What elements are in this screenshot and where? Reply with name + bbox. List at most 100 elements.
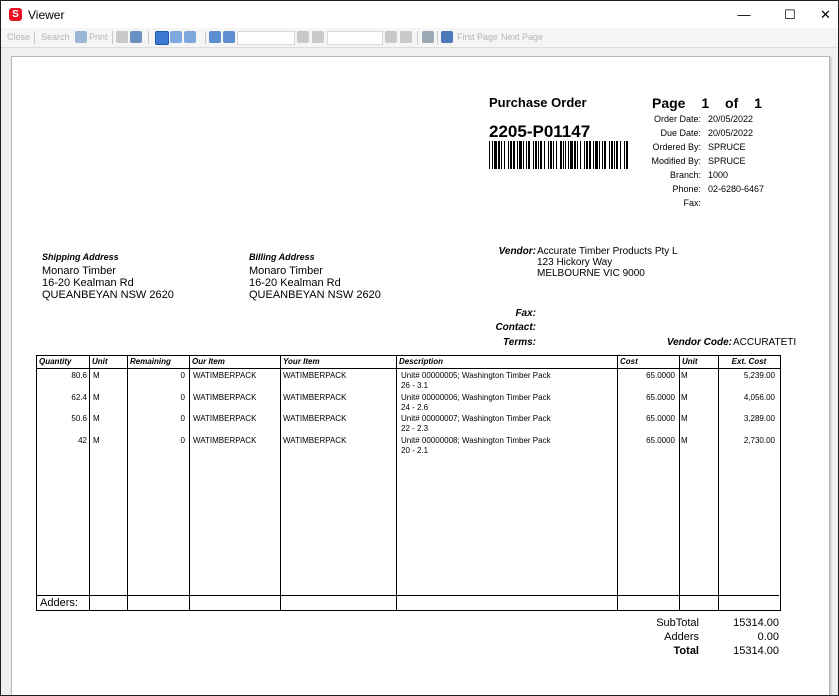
last-page-icon[interactable] <box>400 31 412 43</box>
order-lines-table: Quantity Unit Remaining Our Item Your It… <box>36 355 781 611</box>
barcode-bar <box>589 141 591 169</box>
maximize-button[interactable]: ☐ <box>767 1 813 28</box>
page-layout-icon[interactable] <box>184 31 196 43</box>
phone-value: 02-6280-6467 <box>708 184 765 194</box>
barcode-bar <box>508 141 509 169</box>
shipping-line-2: 16-20 Kealman Rd <box>42 277 134 289</box>
report-viewer-area[interactable]: Purchase Order 2205-P01147 Page 1 of 1 O… <box>2 49 837 695</box>
barcode-bar <box>577 141 578 169</box>
barcode-bar <box>580 141 581 169</box>
printer-icon <box>75 31 87 43</box>
previous-page-icon[interactable] <box>312 31 324 43</box>
barcode-bar <box>595 141 598 169</box>
first-page-icon[interactable] <box>297 31 309 43</box>
order-date-label: Order Date: <box>653 114 701 124</box>
vendor-code-value: ACCURATETI <box>733 337 797 348</box>
vendor-line-1: Accurate Timber Products Pty L <box>537 246 678 257</box>
barcode-bar <box>535 141 537 169</box>
cell-unit: M <box>93 435 100 445</box>
cell-cost: 65.0000 <box>646 392 675 402</box>
toolbar-separator <box>148 31 149 44</box>
column-divider <box>189 356 190 610</box>
toolbar-print-button[interactable]: Print <box>89 30 108 44</box>
barcode-bar <box>568 141 569 169</box>
barcode-bar <box>517 141 518 169</box>
cell-unit: M <box>93 392 100 402</box>
branch-value: 1000 <box>708 170 729 180</box>
refresh-icon[interactable] <box>422 31 434 43</box>
cell-unit: M <box>93 371 100 380</box>
document-heading: Purchase Order <box>489 95 587 110</box>
cell-ext-cost: 4,056.00 <box>743 392 775 402</box>
toolbar-search-button[interactable]: Search <box>41 30 70 44</box>
copy-icon[interactable] <box>116 31 128 43</box>
cell-your-item: WATIMBERPACK <box>283 435 347 445</box>
cell-description-detail: 20 - 2.1 <box>401 445 429 455</box>
close-window-button[interactable]: ✕ <box>813 1 838 28</box>
col-header-your-item: Your Item <box>283 357 320 366</box>
binoculars-icon[interactable] <box>130 31 142 43</box>
next-page-icon[interactable] <box>385 31 397 43</box>
column-divider <box>718 356 719 610</box>
minimize-button[interactable]: — <box>721 1 767 28</box>
cell-unit-2: M <box>681 414 688 423</box>
barcode-bar <box>492 141 493 169</box>
toolbar-next-page-button[interactable]: Next Page <box>501 30 543 44</box>
barcode-bar <box>528 141 530 169</box>
modified-by-value: SPRUCE <box>708 156 746 166</box>
col-header-quantity: Quantity <box>39 357 72 366</box>
column-divider <box>89 356 90 610</box>
export-icon[interactable] <box>441 31 453 43</box>
cell-unit-2: M <box>681 371 688 380</box>
billing-line-3: QUEANBEYAN NSW 2620 <box>249 289 381 301</box>
cell-quantity: 50.6 <box>71 414 87 423</box>
vendor-contact-label: Contact: <box>495 322 536 333</box>
barcode-bar <box>533 141 534 169</box>
toolbar-separator <box>417 31 418 44</box>
cell-cost: 65.0000 <box>646 371 675 380</box>
column-divider <box>396 356 397 610</box>
col-header-our-item: Our Item <box>192 357 225 366</box>
cell-your-item: WATIMBERPACK <box>283 371 347 380</box>
ordered-by-value: SPRUCE <box>708 142 746 152</box>
vendor-label: Vendor: <box>498 246 536 257</box>
page-number-input[interactable] <box>327 31 383 45</box>
column-divider <box>617 356 618 610</box>
toolbar-close-button[interactable]: Close <box>7 30 30 44</box>
modified-by-label: Modified By: <box>651 156 701 166</box>
cell-remaining: 0 <box>180 435 185 445</box>
toolbar-first-page-button[interactable]: First Page <box>457 30 498 44</box>
barcode-bar <box>526 141 527 169</box>
header-divider <box>37 368 780 369</box>
column-divider <box>280 356 281 610</box>
toolbar: Close Search Print First Page Next Page <box>1 28 838 48</box>
fax-label: Fax: <box>683 198 701 208</box>
order-date-value: 20/05/2022 <box>708 114 754 124</box>
single-page-icon[interactable] <box>155 31 169 45</box>
cell-description-detail: 22 - 2.3 <box>401 424 429 433</box>
cell-remaining: 0 <box>180 414 185 423</box>
column-divider <box>679 356 680 610</box>
window-title: Viewer <box>28 8 65 22</box>
col-header-unit-2: Unit <box>682 357 698 366</box>
adders-row: Adders: <box>36 595 779 610</box>
toolbar-separator <box>437 31 438 44</box>
barcode-bar <box>584 141 585 169</box>
barcode-bar <box>563 141 564 169</box>
zoom-input[interactable] <box>237 31 295 45</box>
billing-line-1: Monaro Timber <box>249 265 323 277</box>
shipping-address-title: Shipping Address <box>42 252 119 262</box>
barcode-bar <box>544 141 545 169</box>
cell-our-item: WATIMBERPACK <box>193 414 257 423</box>
cell-our-item: WATIMBERPACK <box>193 392 257 402</box>
total-label: Total <box>673 645 699 657</box>
branch-label: Branch: <box>669 170 701 180</box>
barcode-bar <box>570 141 573 169</box>
vendor-code-label: Vendor Code: <box>666 337 732 348</box>
barcode-bar <box>523 141 524 169</box>
zoom-out-icon[interactable] <box>209 31 221 43</box>
barcode-bar <box>519 141 522 169</box>
multi-page-icon[interactable] <box>170 31 182 43</box>
zoom-in-icon[interactable] <box>223 31 235 43</box>
vendor-fax-label: Fax: <box>515 308 536 319</box>
